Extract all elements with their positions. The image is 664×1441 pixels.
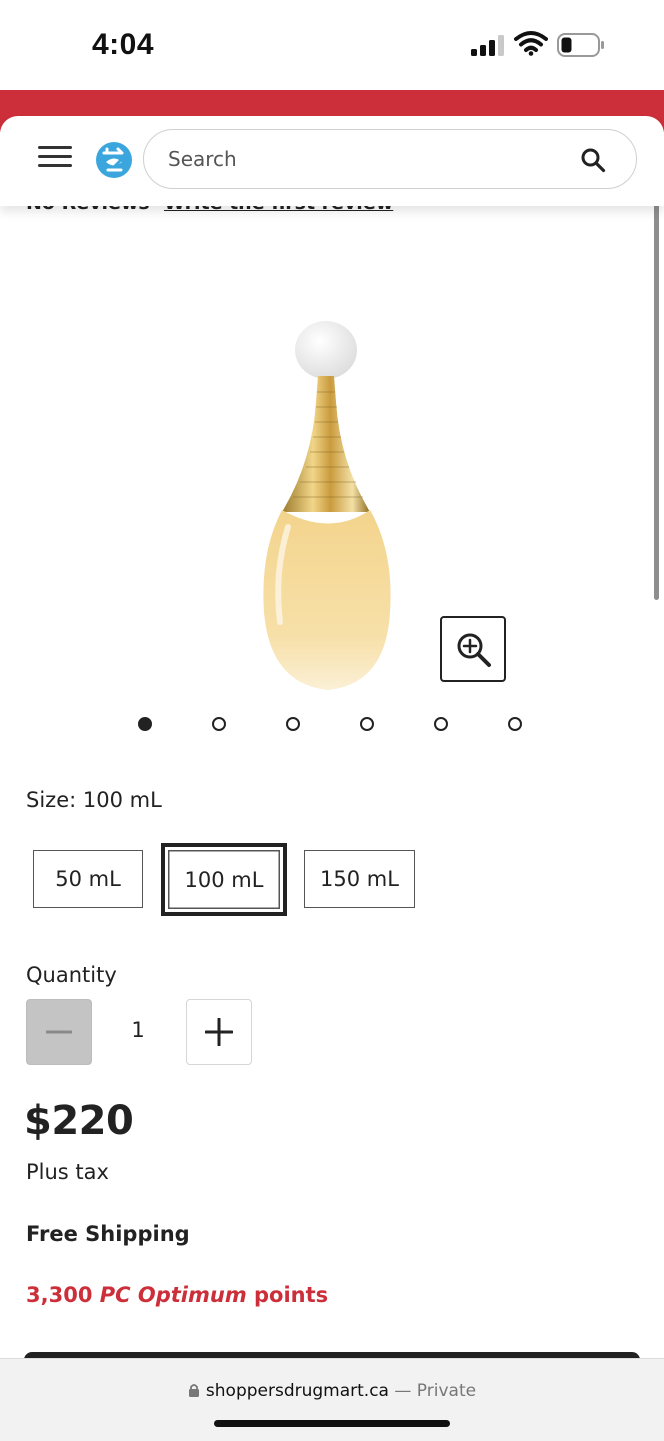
lock-icon: [188, 1384, 199, 1397]
points-amount: 3,300: [26, 1283, 93, 1307]
tax-note: Plus tax: [26, 1160, 109, 1184]
url-text: shoppersdrugmart.ca: [205, 1381, 389, 1401]
shoppers-logo-icon[interactable]: [94, 140, 134, 180]
status-time: 4:04: [92, 28, 155, 61]
perfume-bottle-image: [263, 321, 391, 690]
quantity-label: Quantity: [26, 963, 117, 987]
page-scrollbar[interactable]: [654, 186, 659, 600]
home-indicator[interactable]: [214, 1420, 450, 1427]
size-option-150ml[interactable]: 150 mL: [304, 850, 415, 908]
url-row[interactable]: shoppersdrugmart.ca — Private: [0, 1381, 664, 1401]
browser-address-bar[interactable]: shoppersdrugmart.ca — Private: [0, 1358, 664, 1441]
carousel-dot-5[interactable]: [434, 717, 448, 731]
zoom-button[interactable]: [440, 616, 506, 682]
size-option-50ml[interactable]: 50 mL: [33, 850, 143, 908]
carousel-dot-3[interactable]: [286, 717, 300, 731]
points-suffix: points: [254, 1283, 329, 1307]
quantity-increase-button[interactable]: [186, 999, 252, 1065]
battery-icon: [557, 33, 604, 57]
size-option-100ml[interactable]: 100 mL: [161, 843, 287, 916]
carousel-dot-6[interactable]: [508, 717, 522, 731]
optimum-points: 3,300 PC Optimum points: [26, 1283, 328, 1307]
url-separator: —: [394, 1381, 412, 1401]
plus-icon: [205, 1018, 233, 1046]
hamburger-menu-icon[interactable]: [38, 146, 72, 172]
minus-icon: [46, 1030, 72, 1034]
cellular-signal-icon: [471, 35, 504, 56]
quantity-decrease-button[interactable]: [26, 999, 92, 1065]
size-label: Size: 100 mL: [26, 788, 162, 812]
search-box: [143, 129, 637, 189]
carousel-dot-4[interactable]: [360, 717, 374, 731]
carousel-dot-1[interactable]: [138, 717, 152, 731]
quantity-value: 1: [131, 1018, 145, 1042]
site-header: [0, 116, 664, 206]
product-price: $220: [24, 1098, 134, 1144]
wifi-icon: [514, 31, 548, 56]
search-icon[interactable]: [580, 147, 606, 173]
points-brand: PC Optimum: [99, 1283, 247, 1307]
status-bar: 4:04: [0, 0, 664, 90]
search-input[interactable]: [168, 144, 548, 174]
shipping-note: Free Shipping: [26, 1222, 190, 1246]
carousel-dot-2[interactable]: [212, 717, 226, 731]
private-mode-label: Private: [416, 1381, 477, 1401]
zoom-in-icon: [457, 633, 491, 667]
